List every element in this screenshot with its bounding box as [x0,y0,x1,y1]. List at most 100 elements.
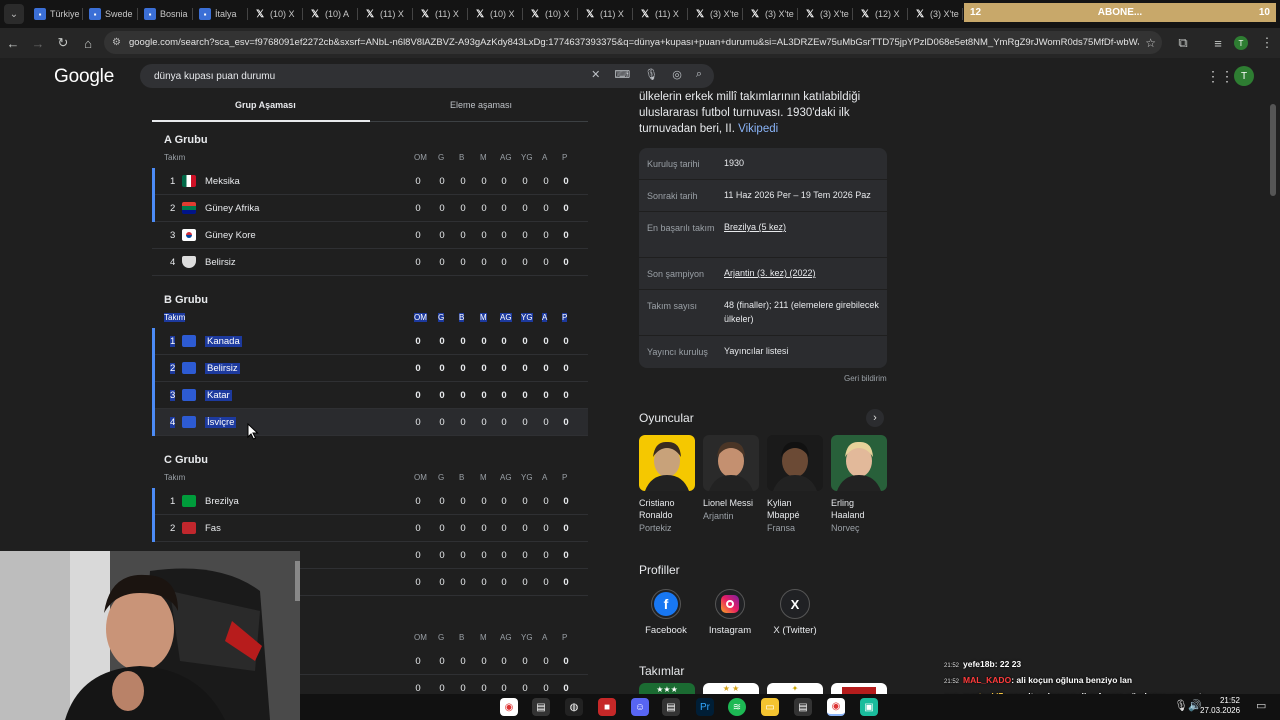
browser-tab[interactable]: ▪ Bosnia [138,2,193,26]
player-photo [703,435,759,491]
x-icon: 𝕏 [585,8,595,20]
page-scrollbar[interactable] [1270,104,1276,196]
forward-arrow-icon[interactable]: → [26,31,50,55]
premiere-taskbar-icon[interactable]: Pr [696,698,714,716]
team-name[interactable]: Fas [205,523,221,534]
app-taskbar-icon[interactable]: ■ [598,698,616,716]
mic-icon[interactable]: 🎙 [1174,699,1188,712]
browser-tab[interactable]: 𝕏 (3) X'te [688,2,743,26]
team-name[interactable]: Meksika [205,176,240,187]
x-icon: 𝕏 [255,8,265,20]
browser-tab[interactable]: ▪ Swede [83,2,138,26]
app-taskbar-icon[interactable]: ▤ [794,698,812,716]
media-icon[interactable]: ≡ [1206,31,1230,55]
table-row[interactable]: 1 Meksika 0 0 0 0 0 0 0 0 [152,168,588,195]
table-row[interactable]: 2 Fas 0 0 0 0 0 0 0 0 [152,515,588,542]
app-taskbar-icon[interactable]: ▤ [532,698,550,716]
profile-link[interactable]: X X (Twitter) [765,589,825,636]
discord-taskbar-icon[interactable]: ☺ [631,698,649,716]
address-bar[interactable]: ⚙ google.com/search?sca_esv=f9768091ef22… [104,31,1162,54]
tab-search-chevron-icon[interactable]: ⌄ [4,4,24,24]
team-name[interactable]: İsviçre [205,417,237,428]
browser-tab[interactable]: ▪ İtalya [193,2,248,26]
chrome-taskbar-icon[interactable]: ◉ [500,698,518,716]
table-row[interactable]: 3 Güney Kore 0 0 0 0 0 0 0 0 [152,222,588,249]
chrome-taskbar-icon[interactable]: ◉ [827,698,845,716]
stat-cell: 0 [501,230,507,241]
system-clock[interactable]: 21:52 27.03.2026 [1200,696,1240,716]
tab-knockout-stage[interactable]: Eleme aşaması [450,100,512,110]
site-info-icon[interactable]: ⚙ [112,37,121,48]
browser-tab[interactable]: 𝕏 (3) X'te [908,2,963,26]
browser-tab[interactable]: 𝕏 (3) X'te [798,2,853,26]
player-card[interactable]: Erling Haaland Norveç [831,435,889,534]
profile-link[interactable]: f Facebook [636,589,696,636]
google-logo[interactable]: Google [54,66,114,88]
team-column-header: Takım [164,473,186,482]
table-row[interactable]: 4 İsviçre 0 0 0 0 0 0 0 0 [152,409,588,436]
profile-avatar[interactable]: T [1234,36,1248,50]
stat-column-header: B [459,153,465,162]
team-name[interactable]: Belirsiz [205,363,240,374]
fact-value[interactable]: Yayıncılar listesi [724,344,882,358]
browser-tab[interactable]: 𝕏 (11) X [358,2,413,26]
clear-icon[interactable]: ✕ [591,68,600,81]
table-row[interactable]: 1 Kanada 0 0 0 0 0 0 0 0 [152,328,588,355]
lens-icon[interactable]: ◎ [672,68,682,81]
tab-group-stage[interactable]: Grup Aşaması [235,100,296,110]
chevron-right-icon[interactable]: › [866,409,884,427]
player-card[interactable]: Kylian Mbappé Fransa [767,435,825,534]
team-name[interactable]: Katar [205,390,232,401]
table-row[interactable]: 1 Brezilya 0 0 0 0 0 0 0 0 [152,488,588,515]
browser-tab[interactable]: ▪ Türkiye [28,2,83,26]
player-card[interactable]: Cristiano Ronaldo Portekiz [639,435,697,534]
reload-icon[interactable]: ↻ [51,31,75,55]
browser-tab[interactable]: 𝕏 (12) X [853,2,908,26]
table-row[interactable]: 3 Katar 0 0 0 0 0 0 0 0 [152,382,588,409]
browser-tab[interactable]: 𝕏 (3) X'te [743,2,798,26]
search-input[interactable]: dünya kupası puan durumu ✕ ⌨ 🎙 ◎ ⌕ [140,64,714,88]
browser-tab[interactable]: 𝕏 (10) X [523,2,578,26]
browser-tab[interactable]: 𝕏 (11) X [578,2,633,26]
team-name[interactable]: Brezilya [205,496,239,507]
profile-link[interactable]: Instagram [700,589,760,636]
browser-toolbar: ← → ↻ ⌂ ⚙ google.com/search?sca_esv=f976… [0,28,1280,58]
table-row[interactable]: 2 Belirsiz 0 0 0 0 0 0 0 0 [152,355,588,382]
bookmark-star-icon[interactable]: ☆ [1145,36,1156,50]
search-icon[interactable]: ⌕ [696,68,702,81]
folder-taskbar-icon[interactable]: ▭ [761,698,779,716]
spotify-taskbar-icon[interactable]: ≋ [728,698,746,716]
google-account-avatar[interactable]: T [1234,66,1254,86]
browser-tab[interactable]: 𝕏 (10) X [468,2,523,26]
app-taskbar-icon[interactable]: ▣ [860,698,878,716]
points-cell: 0 [563,363,569,374]
keyboard-icon[interactable]: ⌨ [614,68,630,81]
microphone-icon[interactable]: 🎙 [644,68,658,81]
table-row[interactable]: 2 Güney Afrika 0 0 0 0 0 0 0 0 [152,195,588,222]
home-icon[interactable]: ⌂ [76,31,100,55]
stat-cell: 0 [543,523,549,534]
browser-tab[interactable]: 𝕏 (10) X [248,2,303,26]
table-header: Takım OM G B M AG YG A P [152,313,588,327]
feedback-link[interactable]: Geri bildirim [844,374,887,383]
browser-tab[interactable]: 𝕏 (10) A [303,2,358,26]
extensions-icon[interactable]: ⧉ [1171,31,1195,55]
fact-value[interactable]: Brezilya (5 kez) [724,220,882,234]
player-card[interactable]: Lionel Messi Arjantin [703,435,761,522]
team-name[interactable]: Belirsiz [205,257,236,268]
app-taskbar-icon[interactable]: ▤ [662,698,680,716]
team-name[interactable]: Kanada [205,336,242,347]
browser-menu-icon[interactable]: ⋮ [1255,31,1279,55]
back-arrow-icon[interactable]: ← [1,31,25,55]
notification-icon[interactable]: ▭ [1256,699,1266,712]
fact-value[interactable]: Arjantin (3. kez) (2022) [724,266,882,280]
team-rank: 4 [170,257,176,268]
team-name[interactable]: Güney Afrika [205,203,259,214]
players-title[interactable]: Oyuncular [639,411,694,425]
browser-tab[interactable]: 𝕏 (11) X [413,2,468,26]
obs-taskbar-icon[interactable]: ◍ [565,698,583,716]
table-row[interactable]: 4 Belirsiz 0 0 0 0 0 0 0 0 [152,249,588,276]
browser-tab[interactable]: 𝕏 (11) X [633,2,688,26]
team-name[interactable]: Güney Kore [205,230,256,241]
wikipedia-link[interactable]: Vikipedi [738,123,778,135]
